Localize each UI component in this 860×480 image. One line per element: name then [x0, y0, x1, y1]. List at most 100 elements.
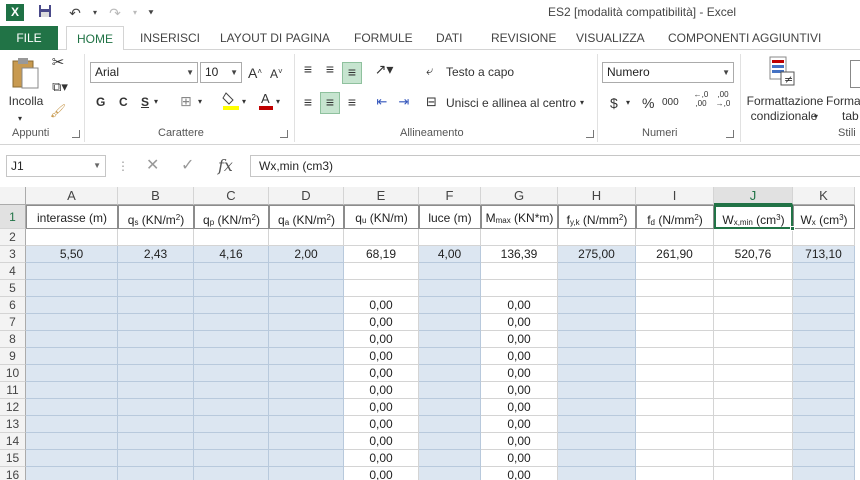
cell-h16[interactable]: [558, 467, 636, 480]
cell-c15[interactable]: [194, 450, 269, 467]
cell-j9[interactable]: [714, 348, 793, 365]
cell-h7[interactable]: [558, 314, 636, 331]
cell-f2[interactable]: [419, 229, 481, 246]
cell-h13[interactable]: [558, 416, 636, 433]
cell-i15[interactable]: [636, 450, 714, 467]
cell-f10[interactable]: [419, 365, 481, 382]
enter-icon[interactable]: ✓: [181, 155, 194, 177]
currency-button[interactable]: $: [610, 94, 618, 112]
cell-j5[interactable]: [714, 280, 793, 297]
cell-a11[interactable]: [26, 382, 118, 399]
cell-i1[interactable]: fd (N/mm2): [636, 205, 714, 229]
cell-j10[interactable]: [714, 365, 793, 382]
cell-d2[interactable]: [269, 229, 344, 246]
cell-d11[interactable]: [269, 382, 344, 399]
column-header-c[interactable]: C: [194, 187, 269, 205]
tab-addins[interactable]: COMPONENTI AGGIUNTIVI: [668, 26, 821, 50]
cell-c7[interactable]: [194, 314, 269, 331]
paste-icon[interactable]: [8, 56, 42, 90]
cell-h11[interactable]: [558, 382, 636, 399]
row-header-9[interactable]: 9: [0, 348, 26, 365]
cell-d8[interactable]: [269, 331, 344, 348]
conditional-formatting-button-line2[interactable]: condizionale: [748, 107, 820, 125]
cell-j15[interactable]: [714, 450, 793, 467]
cell-h14[interactable]: [558, 433, 636, 450]
cell-g2[interactable]: [481, 229, 558, 246]
cell-g8[interactable]: 0,00: [481, 331, 558, 348]
cell-e4[interactable]: [344, 263, 419, 280]
cell-j11[interactable]: [714, 382, 793, 399]
cell-e1[interactable]: qu (KN/m): [344, 205, 419, 229]
cell-a2[interactable]: [26, 229, 118, 246]
align-bottom-icon[interactable]: ≡: [342, 62, 362, 84]
cell-f6[interactable]: [419, 297, 481, 314]
cell-d16[interactable]: [269, 467, 344, 480]
clipboard-launcher-icon[interactable]: [72, 130, 80, 138]
cell-b15[interactable]: [118, 450, 194, 467]
cell-j6[interactable]: [714, 297, 793, 314]
paste-dropdown-icon[interactable]: ▾: [18, 110, 22, 128]
row-header-5[interactable]: 5: [0, 280, 26, 297]
cell-k15[interactable]: [793, 450, 855, 467]
cell-j4[interactable]: [714, 263, 793, 280]
borders-icon[interactable]: ⊞: [180, 92, 192, 110]
column-header-d[interactable]: D: [269, 187, 344, 205]
cell-a4[interactable]: [26, 263, 118, 280]
borders-dropdown-icon[interactable]: ▾: [198, 93, 202, 111]
row-header-12[interactable]: 12: [0, 399, 26, 416]
cell-c4[interactable]: [194, 263, 269, 280]
merge-center-button[interactable]: Unisci e allinea al centro: [446, 94, 576, 112]
undo-icon[interactable]: ↶: [64, 3, 86, 23]
fill-color-icon[interactable]: [222, 90, 240, 110]
cell-h10[interactable]: [558, 365, 636, 382]
row-header-6[interactable]: 6: [0, 297, 26, 314]
column-header-k[interactable]: K: [793, 187, 855, 205]
cell-j14[interactable]: [714, 433, 793, 450]
cell-i14[interactable]: [636, 433, 714, 450]
tab-insert[interactable]: INSERISCI: [140, 26, 200, 50]
cell-g13[interactable]: 0,00: [481, 416, 558, 433]
cell-c2[interactable]: [194, 229, 269, 246]
cell-c1[interactable]: qp (KN/m2): [194, 205, 269, 229]
cell-f16[interactable]: [419, 467, 481, 480]
tab-data[interactable]: DATI: [436, 26, 462, 50]
cell-j16[interactable]: [714, 467, 793, 480]
cell-i3[interactable]: 261,90: [636, 246, 714, 263]
cell-j1[interactable]: Wx,min (cm3): [714, 205, 793, 229]
column-header-h[interactable]: H: [558, 187, 636, 205]
column-header-j[interactable]: J: [714, 187, 793, 205]
cell-e7[interactable]: 0,00: [344, 314, 419, 331]
row-header-2[interactable]: 2: [0, 229, 26, 246]
cell-i2[interactable]: [636, 229, 714, 246]
cell-b1[interactable]: qs (KN/m2): [118, 205, 194, 229]
conditional-formatting-icon[interactable]: ≠: [768, 56, 796, 88]
cell-h6[interactable]: [558, 297, 636, 314]
cell-g5[interactable]: [481, 280, 558, 297]
cell-b7[interactable]: [118, 314, 194, 331]
cell-j8[interactable]: [714, 331, 793, 348]
cell-e2[interactable]: [344, 229, 419, 246]
cell-k6[interactable]: [793, 297, 855, 314]
name-box[interactable]: J1 ▼: [6, 155, 106, 177]
cell-g14[interactable]: 0,00: [481, 433, 558, 450]
cell-f4[interactable]: [419, 263, 481, 280]
cell-i9[interactable]: [636, 348, 714, 365]
worksheet-grid[interactable]: A B C D E F G H I J K 1 interasse (m) qs (KN/m2) qp (K…: [0, 187, 860, 480]
cell-a13[interactable]: [26, 416, 118, 433]
cell-i10[interactable]: [636, 365, 714, 382]
cell-k4[interactable]: [793, 263, 855, 280]
cell-a1[interactable]: interasse (m): [26, 205, 118, 229]
column-header-e[interactable]: E: [344, 187, 419, 205]
cell-h3[interactable]: 275,00: [558, 246, 636, 263]
cell-g3[interactable]: 136,39: [481, 246, 558, 263]
cell-d4[interactable]: [269, 263, 344, 280]
decrease-indent-icon[interactable]: ⇤: [372, 93, 392, 111]
tab-file[interactable]: FILE: [0, 26, 58, 50]
cell-f11[interactable]: [419, 382, 481, 399]
cell-c13[interactable]: [194, 416, 269, 433]
cell-b6[interactable]: [118, 297, 194, 314]
cell-e6[interactable]: 0,00: [344, 297, 419, 314]
cell-d14[interactable]: [269, 433, 344, 450]
cell-b16[interactable]: [118, 467, 194, 480]
tab-formulas[interactable]: FORMULE: [354, 26, 413, 50]
